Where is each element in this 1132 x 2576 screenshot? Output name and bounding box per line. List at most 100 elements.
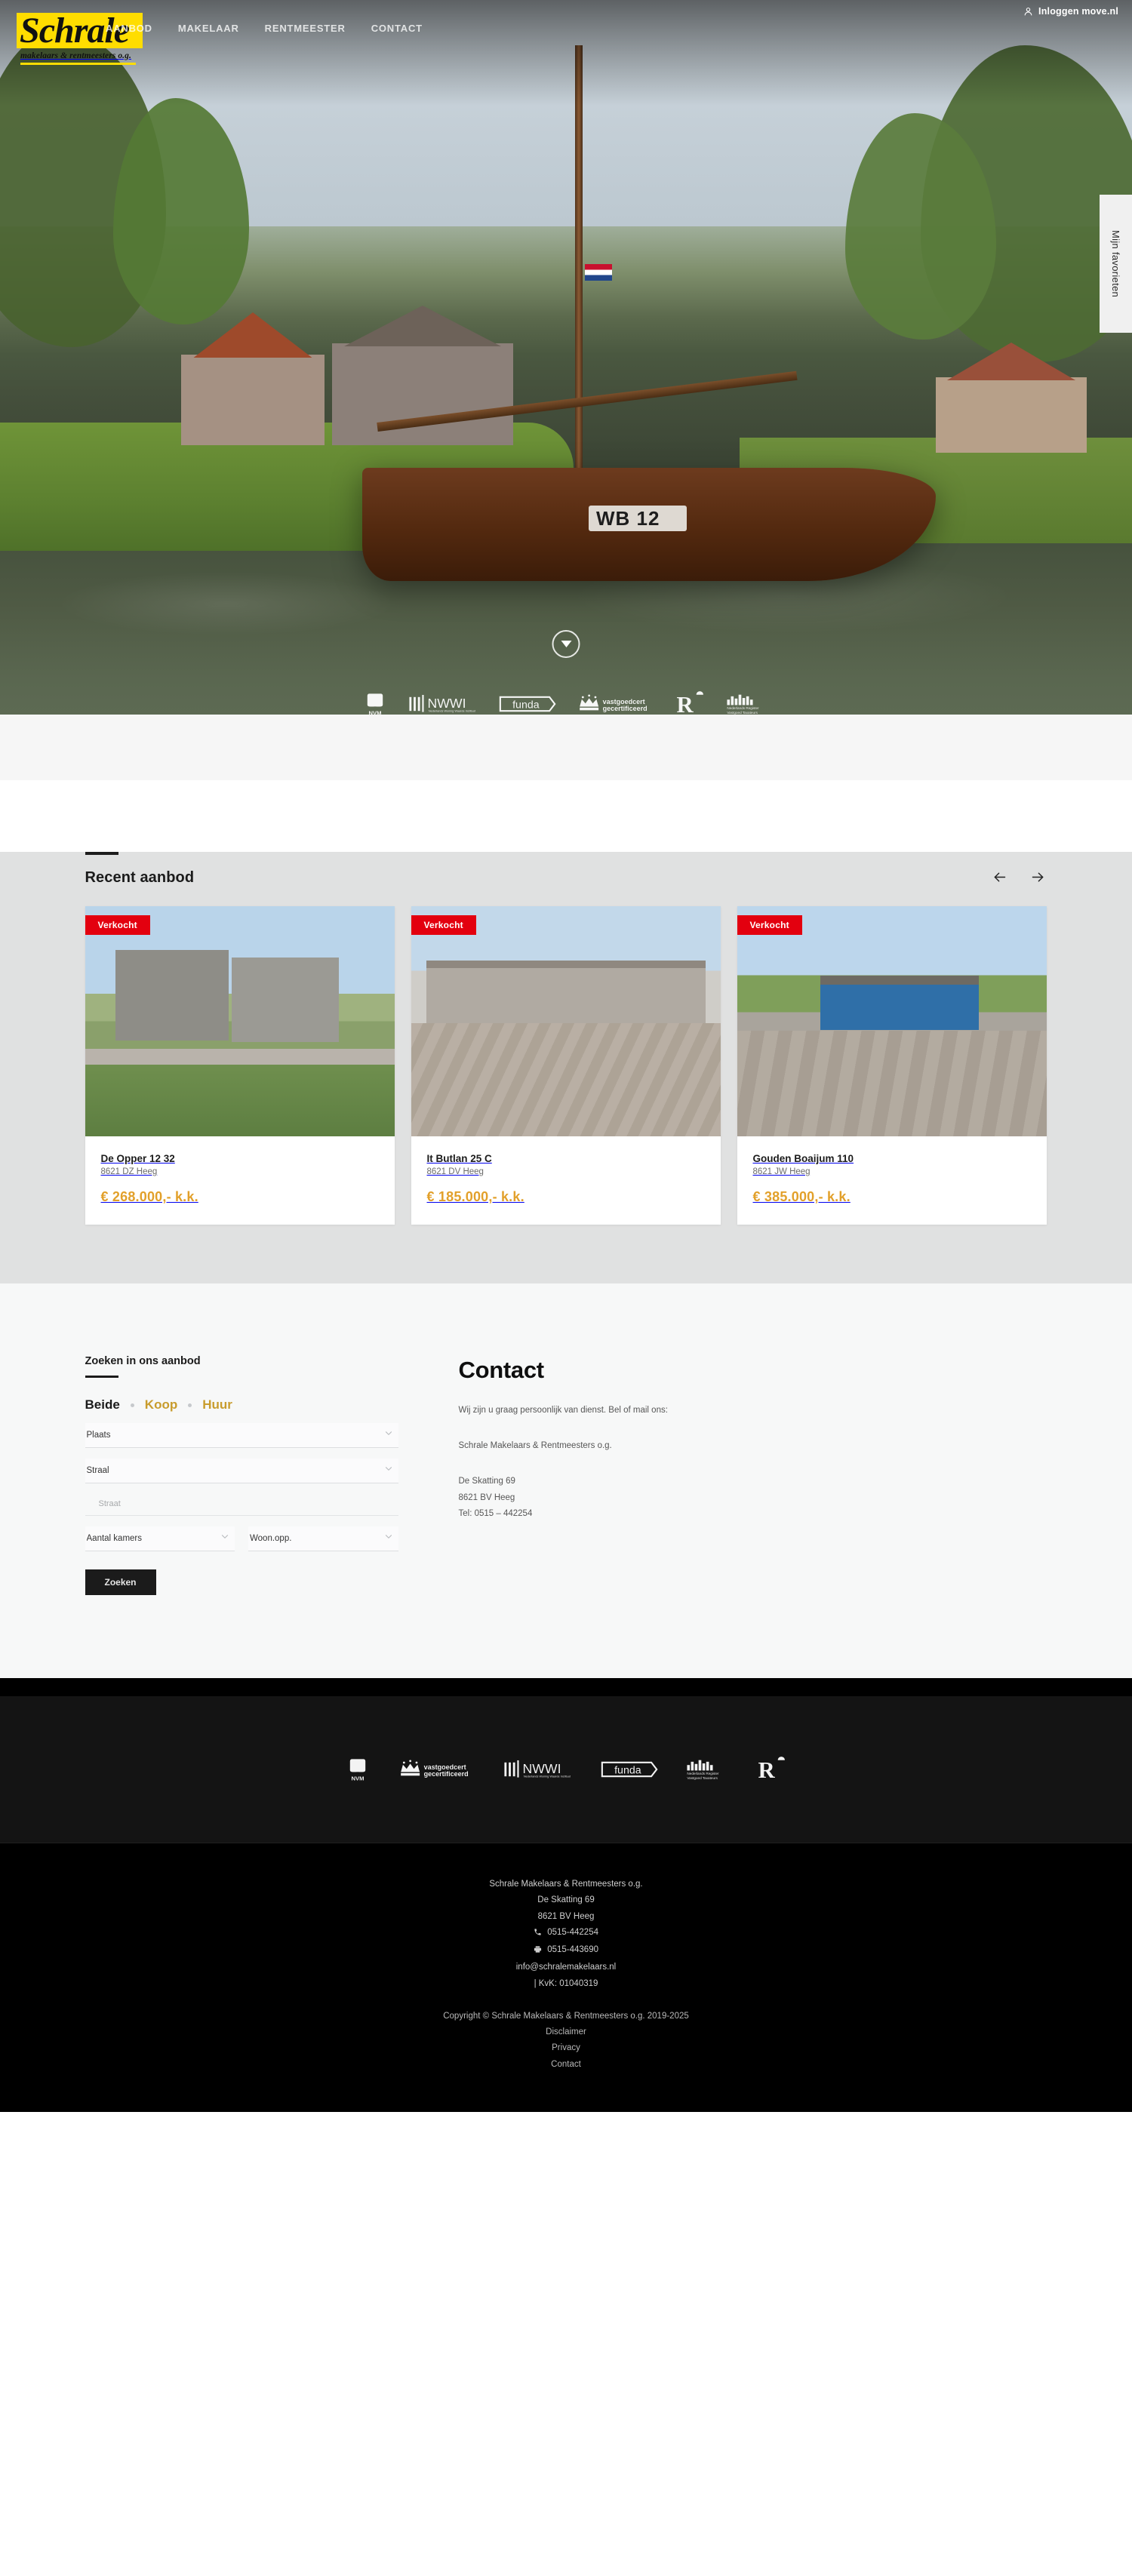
footer-certification-logos: NVM vastgoedcert gecertificeerd NWWI Neder… bbox=[0, 1743, 1132, 1796]
svg-text:NWWI: NWWI bbox=[522, 1761, 561, 1776]
footer-phone: 0515-442254 bbox=[547, 1927, 598, 1937]
svg-text:Vastgoed Taxateurs: Vastgoed Taxateurs bbox=[687, 1776, 718, 1780]
footer-copyright: Copyright © Schrale Makelaars & Rentmees… bbox=[443, 2011, 689, 2021]
ship-mast bbox=[575, 45, 583, 498]
search-title: Zoeken in ons aanbod bbox=[85, 1355, 201, 1367]
listing-card[interactable]: Verkocht De Opper 12 32 8621 DZ Heeg € 2… bbox=[85, 906, 395, 1225]
footer-street: De Skatting 69 bbox=[537, 1895, 595, 1905]
tab-koop[interactable]: Koop bbox=[145, 1397, 177, 1412]
svg-text:NVM: NVM bbox=[352, 1775, 365, 1781]
favorites-tab-label: Mijn favorieten bbox=[1110, 229, 1121, 298]
site-logo[interactable]: Schrale makelaars & rentmeesters o.g. bbox=[17, 11, 156, 65]
vastgoedcert-logo: vastgoedcert gecertificeerd bbox=[577, 692, 655, 715]
listing-address: It Butlan 25 C bbox=[426, 1153, 492, 1164]
logo-tagline: makelaars & rentmeesters o.g. bbox=[20, 51, 131, 60]
listing-address: De Opper 12 32 bbox=[100, 1153, 175, 1164]
site-footer: NVM vastgoedcert gecertificeerd NWWI Neder… bbox=[0, 1696, 1132, 2112]
svg-text:NWWI: NWWI bbox=[427, 696, 466, 711]
contact-intro: Wij zijn u graag persoonlijk van dienst.… bbox=[458, 1406, 668, 1415]
plaats-select-wrapper: Plaats bbox=[85, 1423, 398, 1448]
house-decor bbox=[181, 355, 325, 445]
nrvt-r-logo: R bbox=[757, 1757, 787, 1782]
straat-input[interactable] bbox=[85, 1492, 398, 1515]
footer-contact-block: Schrale Makelaars & Rentmeesters o.g. De… bbox=[0, 1843, 1132, 2112]
contact-company: Schrale Makelaars & Rentmeesters o.g. bbox=[458, 1440, 612, 1450]
svg-text:R: R bbox=[677, 692, 694, 715]
zoeken-submit-button[interactable]: Zoeken bbox=[85, 1569, 156, 1595]
contact-city: 8621 BV Heeg bbox=[458, 1492, 515, 1502]
login-move-label: Inloggen move.nl bbox=[1038, 6, 1118, 17]
svg-text:Nederlands Woning Waarde Insti: Nederlands Woning Waarde Instituut bbox=[429, 710, 476, 713]
nav-item-rentmeester[interactable]: RENTMEESTER bbox=[265, 23, 346, 34]
listing-card[interactable]: Verkocht It Butlan 25 C 8621 DV Heeg € 1… bbox=[411, 906, 721, 1225]
recent-listings-section: Recent aanbod Verkocht De Opper 12 32 86… bbox=[0, 852, 1132, 1283]
nwwi-logo: NWWI Nederlands Woning Waarde Instituut bbox=[408, 692, 478, 715]
hero-banner: WB 12 Inloggen move.nl AANBOD MAKELAAR R… bbox=[0, 0, 1132, 715]
carousel-next-button[interactable] bbox=[1030, 870, 1046, 886]
footer-email-line: info@schralemakelaars.nl bbox=[0, 1960, 1132, 1975]
footer-link-disclaimer[interactable]: Disclaimer bbox=[0, 2024, 1132, 2040]
straal-select[interactable]: Straal bbox=[85, 1459, 398, 1483]
tab-separator-dot bbox=[188, 1403, 192, 1407]
arrow-left-icon bbox=[992, 869, 1007, 887]
nav-item-aanbod[interactable]: AANBOD bbox=[106, 23, 152, 34]
woonopp-select-wrapper: Woon.opp. bbox=[248, 1526, 398, 1551]
svg-text:R: R bbox=[758, 1757, 776, 1782]
section-accent-rule bbox=[85, 852, 118, 855]
search-accent-rule bbox=[85, 1376, 118, 1378]
plaats-select[interactable]: Plaats bbox=[85, 1423, 398, 1447]
woonopp-select[interactable]: Woon.opp. bbox=[248, 1526, 398, 1551]
footer-email-link[interactable]: info@schralemakelaars.nl bbox=[516, 1963, 616, 1972]
footer-city: 8621 BV Heeg bbox=[537, 1911, 595, 1921]
nwwi-logo: NWWI Nederlands Woning Waarde Instituut bbox=[503, 1757, 573, 1781]
listing-zipcode: 8621 DZ Heeg bbox=[100, 1167, 158, 1176]
footer-top-rule bbox=[0, 1678, 1132, 1696]
listing-zipcode: 8621 DV Heeg bbox=[426, 1167, 484, 1176]
listing-zipcode: 8621 JW Heeg bbox=[752, 1167, 811, 1176]
svg-text:Nederlands Woning Waarde Insti: Nederlands Woning Waarde Instituut bbox=[524, 1775, 571, 1778]
search-type-tabs: Beide Koop Huur bbox=[85, 1397, 398, 1412]
footer-link-contact[interactable]: Contact bbox=[0, 2057, 1132, 2073]
hero-photo: WB 12 bbox=[0, 0, 1132, 715]
favorites-tab[interactable]: Mijn favorieten bbox=[1100, 195, 1132, 333]
carousel-prev-button[interactable] bbox=[992, 870, 1007, 886]
tab-separator-dot bbox=[130, 1403, 134, 1407]
person-icon bbox=[1023, 7, 1033, 17]
scroll-down-button[interactable] bbox=[552, 630, 580, 658]
contact-phone: Tel: 0515 – 442254 bbox=[458, 1509, 533, 1519]
kamers-select-wrapper: Aantal kamers bbox=[85, 1526, 235, 1551]
footer-link-privacy[interactable]: Privacy bbox=[0, 2040, 1132, 2056]
arrow-right-icon bbox=[1030, 869, 1046, 887]
footer-legal: Copyright © Schrale Makelaars & Rentmees… bbox=[0, 2009, 1132, 2073]
login-move-link[interactable]: Inloggen move.nl bbox=[1023, 6, 1118, 17]
house-decor bbox=[332, 343, 513, 445]
footer-fax-line: 0515-443690 bbox=[0, 1942, 1132, 1960]
contact-title: Contact bbox=[458, 1357, 545, 1383]
nav-item-makelaar[interactable]: MAKELAAR bbox=[178, 23, 239, 34]
listing-price: € 385.000,- k.k. bbox=[752, 1189, 851, 1204]
svg-text:Nederlands Register: Nederlands Register bbox=[687, 1772, 719, 1775]
recent-listings-title: Recent aanbod bbox=[85, 869, 195, 886]
aantal-kamers-select[interactable]: Aantal kamers bbox=[85, 1526, 235, 1551]
status-badge: Verkocht bbox=[737, 915, 802, 935]
listing-price: € 185.000,- k.k. bbox=[426, 1189, 524, 1204]
phone-icon bbox=[534, 1926, 542, 1942]
status-badge: Verkocht bbox=[411, 915, 476, 935]
site-header: Inloggen move.nl AANBOD MAKELAAR RENTMEE… bbox=[0, 0, 1132, 72]
contact-panel: Contact Wij zijn u graag persoonlijk van… bbox=[459, 1355, 668, 1595]
nvm-logo: NVM bbox=[362, 691, 388, 715]
nrvt-logo: Nederlands Register Vastgoed Taxateurs bbox=[686, 1758, 730, 1781]
footer-phone-line: 0515-442254 bbox=[0, 1925, 1132, 1942]
funda-logo: funda bbox=[498, 693, 557, 715]
listing-cards: Verkocht De Opper 12 32 8621 DZ Heeg € 2… bbox=[85, 906, 1047, 1225]
funda-logo: funda bbox=[600, 1758, 659, 1781]
contact-address-block: De Skatting 69 8621 BV Heeg Tel: 0515 – … bbox=[459, 1474, 668, 1523]
footer-kvk: | KvK: 01040319 bbox=[534, 1978, 598, 1988]
tab-beide[interactable]: Beide bbox=[85, 1397, 120, 1412]
tab-huur[interactable]: Huur bbox=[202, 1397, 232, 1412]
contact-street: De Skatting 69 bbox=[458, 1476, 515, 1486]
printer-icon bbox=[534, 1944, 542, 1960]
footer-company: Schrale Makelaars & Rentmeesters o.g. bbox=[489, 1880, 643, 1889]
listing-card[interactable]: Verkocht Gouden Boaijum 110 8621 JW Heeg… bbox=[737, 906, 1047, 1225]
nav-item-contact[interactable]: CONTACT bbox=[371, 23, 423, 34]
